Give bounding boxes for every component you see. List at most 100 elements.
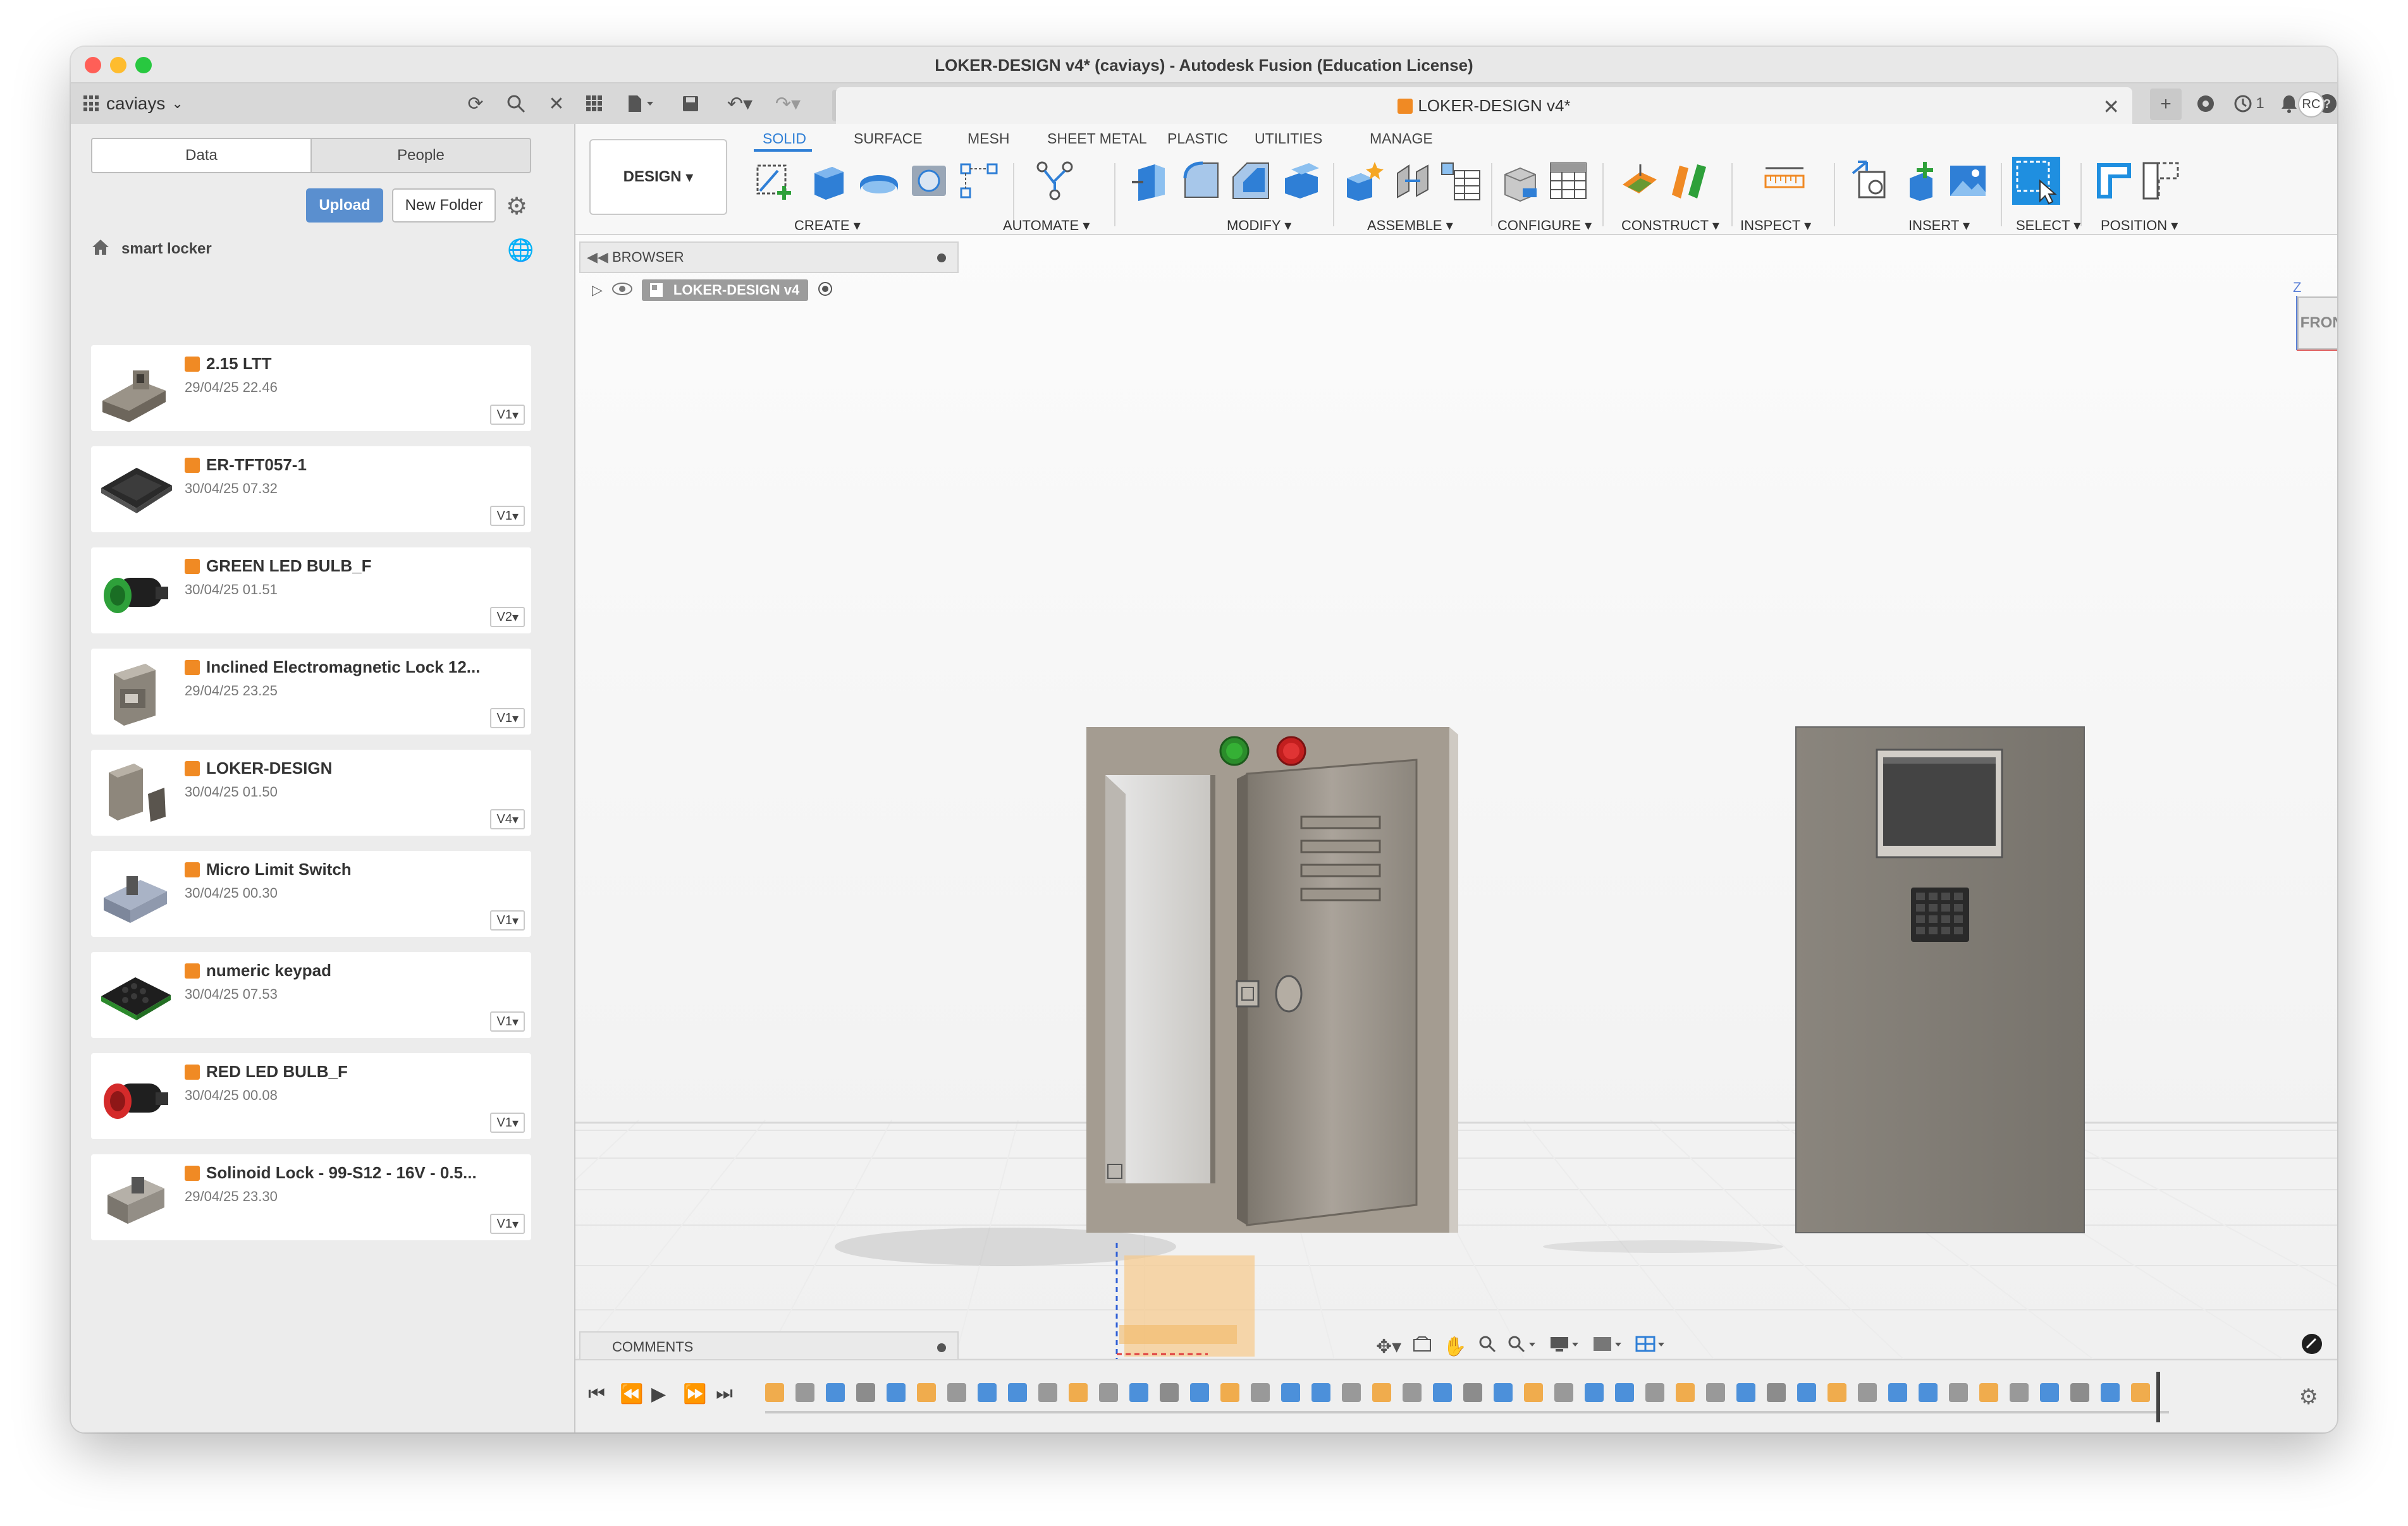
file-card[interactable]: 2.15 LTT 29/04/25 22.46 V1 ▾ [91, 345, 531, 431]
file-card[interactable]: numeric keypad 30/04/25 07.53 V1 ▾ [91, 952, 531, 1038]
timeline-feature-icon[interactable] [2070, 1383, 2089, 1402]
timeline-feature-icon[interactable] [1129, 1383, 1148, 1402]
timeline-feature-icon[interactable] [1342, 1383, 1361, 1402]
comments-add-icon[interactable] [937, 1343, 946, 1352]
timeline-feature-icon[interactable] [978, 1383, 997, 1402]
timeline-feature-icon[interactable] [2010, 1383, 2029, 1402]
timeline-feature-icon[interactable] [1403, 1383, 1422, 1402]
timeline-feature-icon[interactable] [1312, 1383, 1330, 1402]
timeline-feature-icon[interactable] [1767, 1383, 1786, 1402]
insert-mesh-icon[interactable] [1900, 159, 1943, 202]
user-avatar[interactable]: RC [2298, 91, 2325, 118]
file-menu-icon[interactable] [622, 92, 660, 115]
group-modify[interactable]: MODIFY ▾ [1227, 217, 1291, 234]
redo-icon[interactable]: ↷▾ [769, 92, 807, 115]
file-card[interactable]: GREEN LED BULB_F 30/04/25 01.51 V2 ▾ [91, 547, 531, 633]
home-icon[interactable] [91, 238, 110, 260]
timeline-feature-icon[interactable] [2131, 1383, 2150, 1402]
create-sketch-icon[interactable] [752, 159, 796, 202]
timeline-end-icon[interactable]: ⏭ [716, 1383, 733, 1405]
version-dropdown[interactable]: V1 ▾ [490, 506, 525, 526]
new-component-icon[interactable] [1343, 159, 1386, 202]
pattern-icon[interactable] [957, 159, 1000, 202]
comments-panel-header[interactable]: COMMENTS [579, 1331, 959, 1359]
collapse-panel-icon[interactable]: ◀◀ [587, 249, 608, 266]
hole-icon[interactable] [908, 159, 951, 202]
file-card[interactable]: Micro Limit Switch 30/04/25 00.30 V1 ▾ [91, 851, 531, 937]
timeline-previous-icon[interactable]: ⏪ [620, 1383, 643, 1405]
timeline-feature-icon[interactable] [1008, 1383, 1027, 1402]
chamfer-icon[interactable] [1229, 159, 1272, 202]
tab-sheet-metal[interactable]: SHEET METAL [1047, 130, 1147, 147]
close-panel-icon[interactable]: ✕ [545, 92, 568, 115]
automate-icon[interactable] [1033, 159, 1076, 202]
workspace-design-button[interactable]: DESIGN ▾ [589, 139, 727, 215]
panel-pin-icon[interactable] [937, 253, 946, 262]
notifications-bell-icon[interactable] [2278, 92, 2300, 115]
share-globe-icon[interactable]: 🌐 [507, 238, 534, 263]
version-dropdown[interactable]: V1 ▾ [490, 1011, 525, 1032]
view-cube[interactable]: Z X FRONT [2283, 282, 2337, 358]
timeline-feature-icon[interactable] [1069, 1383, 1088, 1402]
upload-button[interactable]: Upload [306, 188, 383, 223]
joint-icon[interactable] [1391, 159, 1434, 202]
zoom-icon[interactable] [1478, 1335, 1496, 1358]
timeline-feature-icon[interactable] [1524, 1383, 1543, 1402]
group-assemble[interactable]: ASSEMBLE ▾ [1367, 217, 1453, 234]
timeline-feature-icon[interactable] [1554, 1383, 1573, 1402]
timeline-feature-icon[interactable] [1949, 1383, 1968, 1402]
timeline-feature-icon[interactable] [1160, 1383, 1179, 1402]
timeline-feature-icon[interactable] [1797, 1383, 1816, 1402]
insert-derive-icon[interactable] [1850, 159, 1893, 202]
timeline-feature-icon[interactable] [1463, 1383, 1482, 1402]
revolve-icon[interactable] [857, 159, 900, 202]
timeline-feature-icon[interactable] [1494, 1383, 1513, 1402]
display-settings-icon[interactable] [1549, 1335, 1581, 1358]
timeline-feature-icon[interactable] [826, 1383, 845, 1402]
undo-icon[interactable]: ↶▾ [721, 92, 759, 115]
version-dropdown[interactable]: V1 ▾ [490, 405, 525, 425]
configuration-table-icon[interactable] [1547, 159, 1590, 202]
tab-utilities[interactable]: UTILITIES [1255, 130, 1322, 147]
group-create[interactable]: CREATE ▾ [794, 217, 861, 234]
timeline-feature-icon[interactable] [1251, 1383, 1270, 1402]
orbit-icon[interactable]: ✥▾ [1376, 1336, 1401, 1358]
settings-gear-icon[interactable]: ⚙ [506, 192, 527, 221]
group-construct[interactable]: CONSTRUCT ▾ [1621, 217, 1719, 234]
timeline-feature-icon[interactable] [1858, 1383, 1877, 1402]
timeline-feature-icon[interactable] [1372, 1383, 1391, 1402]
timeline-feature-icon[interactable] [1433, 1383, 1452, 1402]
visibility-eye-icon[interactable] [611, 282, 633, 299]
group-inspect[interactable]: INSPECT ▾ [1740, 217, 1811, 234]
measure-icon[interactable] [1763, 159, 1806, 202]
group-configure[interactable]: CONFIGURE ▾ [1497, 217, 1592, 234]
timeline-feature-icon[interactable] [1888, 1383, 1907, 1402]
timeline-start-icon[interactable]: ⏮ [588, 1383, 605, 1405]
tab-data[interactable]: Data [92, 139, 312, 172]
tab-people[interactable]: People [312, 139, 530, 172]
timeline-feature-icon[interactable] [1220, 1383, 1239, 1402]
expand-triangle-icon[interactable]: ▷ [592, 282, 603, 298]
zoom-window-icon[interactable] [1508, 1335, 1538, 1358]
group-automate[interactable]: AUTOMATE ▾ [1003, 217, 1090, 234]
timeline-feature-icon[interactable] [947, 1383, 966, 1402]
tab-surface[interactable]: SURFACE [854, 130, 923, 147]
offset-plane-icon[interactable] [1619, 159, 1662, 202]
version-dropdown[interactable]: V1 ▾ [490, 1113, 525, 1133]
extrude-icon[interactable] [807, 159, 850, 202]
timeline-feature-icon[interactable] [1979, 1383, 1998, 1402]
configure-icon[interactable] [1499, 159, 1542, 202]
timeline-feature-icon[interactable] [796, 1383, 814, 1402]
timeline-feature-icon[interactable] [856, 1383, 875, 1402]
press-pull-icon[interactable] [1129, 159, 1172, 202]
plane-at-angle-icon[interactable] [1667, 159, 1710, 202]
look-at-icon[interactable] [1413, 1336, 1432, 1357]
timeline-feature-icon[interactable] [1038, 1383, 1057, 1402]
timeline-feature-icon[interactable] [1615, 1383, 1634, 1402]
file-card[interactable]: Solinoid Lock - 99-S12 - 16V - 0.5... 29… [91, 1154, 531, 1240]
workspace-selector[interactable]: caviays ⌄ [83, 83, 183, 124]
timeline-feature-icon[interactable] [1281, 1383, 1300, 1402]
activate-radio-icon[interactable] [817, 281, 833, 300]
job-status-icon[interactable]: 1 [2227, 92, 2271, 115]
timeline-marker[interactable] [2156, 1372, 2160, 1422]
